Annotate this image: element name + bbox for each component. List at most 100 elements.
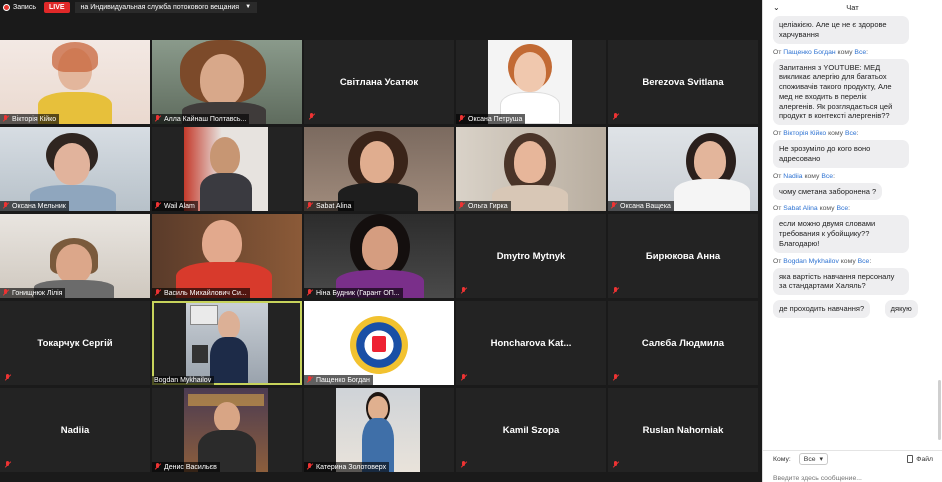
participant-name: Nadiia bbox=[60, 424, 90, 436]
gallery-view: Вікторія Кійко Алла Кайнаш Полтавсь... С… bbox=[0, 40, 762, 476]
participant-tile[interactable]: Оксана Ващека bbox=[608, 127, 758, 211]
chevron-down-icon: ▼ bbox=[245, 4, 252, 10]
mic-muted-icon bbox=[154, 289, 162, 297]
record-icon[interactable] bbox=[3, 3, 10, 11]
participant-tile[interactable]: Wail Alam bbox=[152, 127, 302, 211]
participant-tile[interactable]: Berezova Svitlana bbox=[608, 40, 758, 124]
mic-muted-icon bbox=[2, 202, 10, 210]
recording-bar: Запись LIVE на Индивидуальная служба пот… bbox=[0, 0, 762, 14]
message-sender-line: От Sabat Alina кому Все: bbox=[773, 205, 851, 213]
participant-tile[interactable]: Алла Кайнаш Полтавсь... bbox=[152, 40, 302, 124]
live-stream-dropdown[interactable]: на Индивидуальная служба потокового веща… bbox=[74, 1, 258, 13]
participant-name: Алла Кайнаш Полтавсь... bbox=[164, 115, 247, 123]
participant-tile[interactable]: Honcharova Kat... bbox=[456, 301, 606, 385]
participant-name: Sabat Alina bbox=[316, 202, 352, 210]
participant-name: Гонищнюк Лілія bbox=[12, 289, 63, 297]
participant-tile[interactable]: Гонищнюк Лілія bbox=[0, 214, 150, 298]
recipient-name[interactable]: Все bbox=[836, 205, 848, 212]
recipient-name[interactable]: Все bbox=[854, 49, 866, 56]
participant-tile[interactable]: Бирюкова Анна bbox=[608, 214, 758, 298]
participant-name: Honcharova Kat... bbox=[490, 337, 572, 349]
message-sender-line: От Пащенко Богдан кому Все: bbox=[773, 48, 869, 56]
participant-name: Пащенко Богдан bbox=[316, 376, 370, 384]
participant-name: Катерина Золотоверх bbox=[316, 463, 387, 471]
participant-tile[interactable]: Dmytro Mytnyk bbox=[456, 214, 606, 298]
chat-messages[interactable]: целіакією. Але це не є здорове харчуванн… bbox=[763, 14, 942, 450]
recipient-select[interactable]: Все ▾ bbox=[798, 453, 828, 465]
participant-tile[interactable]: Ольга Гирка bbox=[456, 127, 606, 211]
participant-name: Ніна Будник (Гарант ОП... bbox=[316, 289, 400, 297]
sender-name[interactable]: Bogdan Mykhailov bbox=[783, 258, 839, 265]
chat-message: целіакією. Але це не є здорове харчуванн… bbox=[773, 16, 909, 44]
participant-tile[interactable]: Денис Васильєв bbox=[152, 388, 302, 472]
sender-name[interactable]: Nadiia bbox=[783, 173, 802, 180]
participant-tile[interactable]: Kamil Szopa bbox=[456, 388, 606, 472]
message-sender-line: От Вікторія Кійко кому Все: bbox=[773, 130, 859, 137]
participant-name: Бирюкова Анна bbox=[645, 250, 721, 262]
participant-name: Вікторія Кійко bbox=[12, 115, 57, 123]
zoom-meeting-window: Запись LIVE на Индивидуальная служба пот… bbox=[0, 0, 942, 482]
mic-muted-icon bbox=[4, 461, 12, 469]
chat-scrollbar[interactable] bbox=[938, 380, 941, 440]
mic-muted-icon bbox=[154, 202, 162, 210]
participant-tile[interactable]: Токарчук Сергій bbox=[0, 301, 150, 385]
mic-muted-icon bbox=[460, 287, 468, 295]
live-target-label: на Индивидуальная служба потокового веща… bbox=[80, 3, 240, 11]
participant-name: Оксана Ващека bbox=[620, 202, 671, 210]
participant-name: Wail Alam bbox=[164, 202, 195, 210]
chat-message: яка вартість навчання персоналу за станд… bbox=[773, 267, 909, 295]
chevron-down-icon[interactable]: ⌄ bbox=[773, 3, 780, 12]
participant-tile[interactable]: Ніна Будник (Гарант ОП... bbox=[304, 214, 454, 298]
participant-name: Ольга Гирка bbox=[468, 202, 508, 210]
mic-muted-icon bbox=[612, 461, 620, 469]
participant-tile[interactable]: Оксана Мельник bbox=[0, 127, 150, 211]
university-logo bbox=[350, 316, 408, 374]
chat-message: чому сметана заборонена ? bbox=[773, 182, 883, 201]
participant-tile[interactable]: Катерина Золотоверх bbox=[304, 388, 454, 472]
participant-tile[interactable]: Sabat Alina bbox=[304, 127, 454, 211]
participant-name: Світлана Усатюк bbox=[339, 76, 419, 88]
participant-tile[interactable]: Пащенко Богдан bbox=[304, 301, 454, 385]
chat-panel: ⌄ Чат целіакією. Але це не є здорове хар… bbox=[762, 0, 942, 482]
mic-muted-icon bbox=[610, 202, 618, 210]
message-input[interactable] bbox=[773, 475, 933, 482]
participant-tile[interactable]: Світлана Усатюк bbox=[304, 40, 454, 124]
mic-muted-icon bbox=[306, 463, 314, 471]
participant-tile[interactable]: Nadiia bbox=[0, 388, 150, 472]
message-sender-line: От Nadiia кому Все: bbox=[773, 172, 835, 180]
mic-muted-icon bbox=[2, 115, 10, 123]
participant-name: Bogdan Mykhailov bbox=[154, 377, 212, 384]
mic-muted-icon bbox=[458, 115, 466, 123]
mic-muted-icon bbox=[4, 374, 12, 382]
mic-muted-icon bbox=[458, 202, 466, 210]
file-icon bbox=[907, 455, 914, 463]
recipient-name[interactable]: Все bbox=[858, 258, 870, 265]
sender-name[interactable]: Пащенко Богдан bbox=[783, 49, 835, 56]
recipient-name[interactable]: Все bbox=[845, 130, 857, 137]
participant-tile[interactable]: Оксана Петруша bbox=[456, 40, 606, 124]
mic-muted-icon bbox=[2, 289, 10, 297]
live-badge: LIVE bbox=[43, 1, 70, 13]
participant-tile[interactable]: Салєба Людмила bbox=[608, 301, 758, 385]
active-speaker-tile[interactable]: Bogdan Mykhailov bbox=[152, 301, 302, 385]
participant-tile[interactable]: Василь Михайлович Си... bbox=[152, 214, 302, 298]
participant-tile[interactable]: Вікторія Кійко bbox=[0, 40, 150, 124]
chat-message: дякую bbox=[884, 300, 918, 318]
to-label: Кому: bbox=[773, 455, 791, 463]
chat-composer: Кому: Все ▾ Файл bbox=[763, 450, 942, 482]
participant-name: Токарчук Сергій bbox=[37, 337, 113, 349]
sender-name[interactable]: Sabat Alina bbox=[783, 205, 817, 212]
chat-message: Запитання з YOUTUBE: МЕД викликає алергі… bbox=[773, 58, 909, 125]
recipient-name[interactable]: Все bbox=[821, 173, 833, 180]
participant-name: Василь Михайлович Си... bbox=[164, 289, 247, 297]
chat-title: Чат bbox=[846, 2, 859, 12]
mic-muted-icon bbox=[306, 289, 314, 297]
message-sender-line: От Bogdan Mykhailov кому Все: bbox=[773, 257, 872, 265]
record-label[interactable]: Запись bbox=[13, 4, 36, 11]
file-button[interactable]: Файл bbox=[907, 455, 933, 463]
participant-tile[interactable]: Ruslan Nahorniak bbox=[608, 388, 758, 472]
participant-name: Оксана Мельник bbox=[12, 202, 66, 210]
participant-name: Kamil Szopa bbox=[502, 424, 560, 436]
sender-name[interactable]: Вікторія Кійко bbox=[783, 130, 826, 137]
mic-muted-icon bbox=[308, 113, 316, 121]
